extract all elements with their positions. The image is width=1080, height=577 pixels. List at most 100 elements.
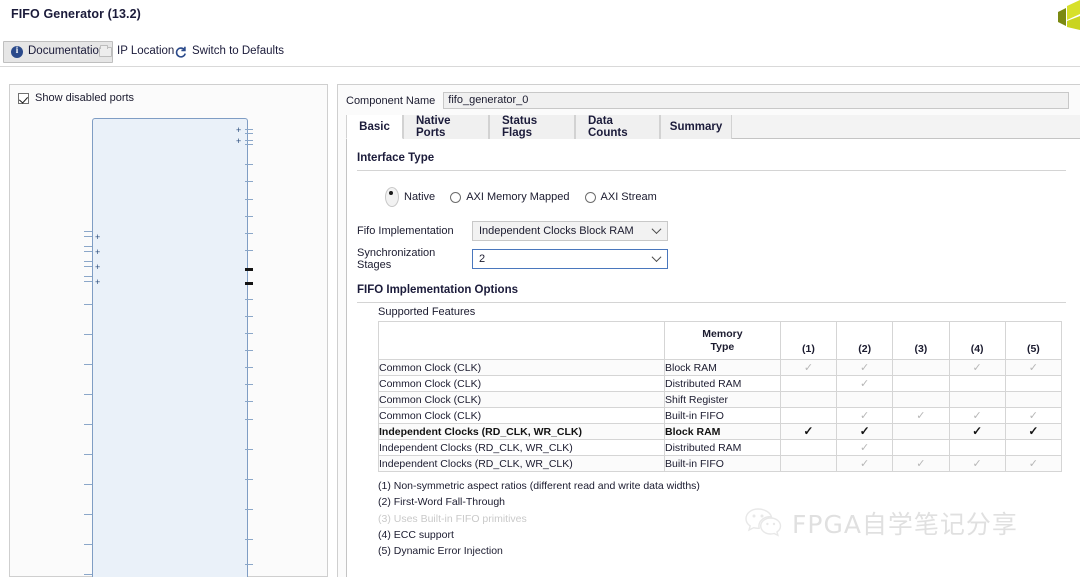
checkmark-icon: ✓ <box>860 457 870 470</box>
cell-feature: Independent Clocks (RD_CLK, WR_CLK) <box>378 455 665 472</box>
port-stub <box>245 164 253 166</box>
checkmark-icon: ✓ <box>972 361 982 374</box>
table-row[interactable]: Common Clock (CLK) Built-in FIFO ✓ ✓ ✓ ✓ <box>378 407 1063 424</box>
cell-support-3 <box>892 375 950 392</box>
cell-support-2: ✓ <box>836 423 894 440</box>
port-stub <box>245 250 253 252</box>
cell-memory-type: Block RAM <box>663 423 781 440</box>
folder-icon <box>99 45 112 57</box>
checkmark-icon: ✓ <box>916 409 926 422</box>
table-row[interactable]: Common Clock (CLK) Distributed RAM ✓ <box>378 375 1063 392</box>
fifo-generator-window: FIFO Generator (13.2) Documentation IP L… <box>0 0 1080 577</box>
cell-support-3 <box>892 423 950 440</box>
show-disabled-ports-checkbox[interactable]: Show disabled ports <box>18 92 134 104</box>
th-feature <box>378 321 665 360</box>
checkmark-icon: ✓ <box>916 457 926 470</box>
cell-support-1 <box>779 439 838 456</box>
switch-to-defaults-button[interactable]: Switch to Defaults <box>167 41 291 63</box>
tab-native-ports[interactable]: Native Ports <box>403 115 489 139</box>
cell-support-4: ✓ <box>948 455 1006 472</box>
port-stub <box>245 367 253 369</box>
cell-support-1 <box>779 391 838 408</box>
table-row[interactable]: Independent Clocks (RD_CLK, WR_CLK) Built… <box>378 455 1063 472</box>
port-stub <box>245 384 253 386</box>
cell-support-2: ✓ <box>836 455 894 472</box>
port-stub <box>84 334 92 336</box>
tab-status-flags[interactable]: Status Flags <box>489 115 575 139</box>
tab-native-ports-label: Native Ports <box>416 115 451 139</box>
port-expand-icon[interactable]: + <box>236 137 241 146</box>
table-row[interactable]: Common Clock (CLK) Block RAM ✓ ✓ ✓ ✓ <box>378 359 1063 376</box>
port-stub <box>84 304 92 306</box>
radio-axi-stream[interactable]: AXI Stream <box>584 191 657 203</box>
th-col-5: (5) <box>1004 321 1063 360</box>
checkmark-icon: ✓ <box>860 377 870 390</box>
port-stub <box>84 281 92 283</box>
component-name-label: Component Name <box>346 94 436 107</box>
tab-data-counts-label: Data Counts <box>588 115 628 139</box>
cell-support-5: ✓ <box>1004 455 1063 472</box>
port-expand-icon[interactable]: + <box>236 126 241 135</box>
tab-basic[interactable]: Basic <box>346 115 403 139</box>
port-expand-icon[interactable]: + <box>95 278 100 287</box>
tab-basic-label: Basic <box>359 120 390 133</box>
port-stub <box>245 333 253 335</box>
port-stub <box>84 266 92 268</box>
tab-data-counts[interactable]: Data Counts <box>575 115 660 139</box>
cell-support-2: ✓ <box>836 375 894 392</box>
tab-summary[interactable]: Summary <box>660 115 732 139</box>
cell-support-5: ✓ <box>1004 423 1063 440</box>
fifo-implementation-select[interactable]: Independent Clocks Block RAM <box>472 221 668 241</box>
radio-native-dot-icon <box>385 187 399 207</box>
refresh-icon <box>174 46 187 59</box>
port-stub <box>245 144 253 146</box>
cell-support-3 <box>892 439 950 456</box>
radio-axi-memory-mapped-dot-icon <box>450 191 462 203</box>
table-row[interactable]: Independent Clocks (RD_CLK, WR_CLK) Distr… <box>378 439 1063 456</box>
port-stub <box>245 564 253 566</box>
cell-support-5: ✓ <box>1004 407 1063 424</box>
cell-support-5: ✓ <box>1004 359 1063 376</box>
synchronization-stages-select[interactable]: 2 <box>472 249 668 269</box>
port-stub <box>245 233 253 235</box>
radio-axi-memory-mapped[interactable]: AXI Memory Mapped <box>450 191 570 203</box>
checkmark-icon: ✓ <box>972 424 983 438</box>
cell-memory-type: Built-in FIFO <box>663 407 781 424</box>
port-expand-icon[interactable]: + <box>95 263 100 272</box>
checkmark-icon: ✓ <box>859 424 870 438</box>
checkmark-icon: ✓ <box>1028 409 1038 422</box>
checkmark-icon: ✓ <box>1028 361 1038 374</box>
port-stub <box>84 514 92 516</box>
th-col-3: (3) <box>892 321 950 360</box>
table-row[interactable]: Common Clock (CLK) Shift Register <box>378 391 1063 408</box>
cell-memory-type: Built-in FIFO <box>663 455 781 472</box>
component-name-input[interactable]: fifo_generator_0 <box>443 92 1070 109</box>
page-title: FIFO Generator (13.2) <box>11 7 141 21</box>
port-stub <box>245 316 253 318</box>
port-stub <box>84 394 92 396</box>
radio-axi-stream-label: AXI Stream <box>600 191 657 203</box>
cell-support-1 <box>779 407 838 424</box>
port-stub <box>245 449 253 451</box>
checkmark-icon: ✓ <box>860 409 870 422</box>
table-header-row: Memory Type (1) (2) (3) (4) (5) <box>378 321 1063 360</box>
cell-feature: Independent Clocks (RD_CLK, WR_CLK) <box>378 423 665 440</box>
port-stub <box>245 282 253 285</box>
port-expand-icon[interactable]: + <box>95 233 100 242</box>
port-stub <box>245 299 253 301</box>
table-row[interactable]: Independent Clocks (RD_CLK, WR_CLK) Block… <box>378 423 1063 440</box>
port-stub <box>84 261 92 263</box>
port-stub <box>84 276 92 278</box>
radio-native[interactable]: Native <box>385 187 435 207</box>
cell-support-3 <box>892 391 950 408</box>
port-stub <box>245 216 253 218</box>
cell-memory-type: Block RAM <box>663 359 781 376</box>
port-stub <box>245 350 253 352</box>
port-stub <box>245 419 253 421</box>
port-stub <box>245 539 253 541</box>
port-expand-icon[interactable]: + <box>95 248 100 257</box>
cell-memory-type: Distributed RAM <box>663 439 781 456</box>
toolbar: Documentation IP Location Switch to Defa… <box>0 38 1080 67</box>
port-stub <box>84 364 92 366</box>
window-titlebar: FIFO Generator (13.2) <box>0 0 1080 38</box>
